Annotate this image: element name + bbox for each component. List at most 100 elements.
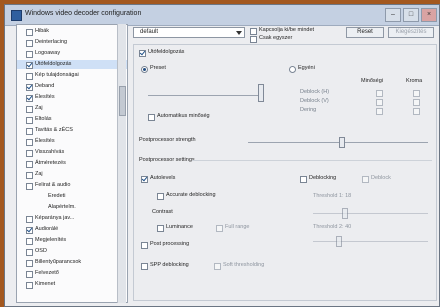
filter-item[interactable]: Utófeldolgozás bbox=[17, 60, 127, 69]
filter-item-checkbox[interactable] bbox=[26, 95, 33, 102]
chroma-deblock-v-checkbox[interactable] bbox=[413, 99, 420, 106]
filter-item-checkbox[interactable] bbox=[26, 271, 33, 278]
preset-slider-handle[interactable] bbox=[258, 84, 264, 102]
spp-deblocking-label: SPP deblocking bbox=[150, 262, 189, 268]
window-title: Windows video decoder configuration bbox=[25, 10, 142, 17]
only-if-label: Csak egyszer bbox=[259, 35, 293, 41]
filter-item[interactable]: Képaránya jav... bbox=[17, 214, 127, 223]
filter-item[interactable]: Megjelenítés bbox=[17, 236, 127, 245]
strength-slider-track[interactable] bbox=[248, 142, 428, 143]
threshold-1-slider-track[interactable] bbox=[313, 213, 428, 214]
full-range-checkbox[interactable] bbox=[216, 225, 223, 232]
preset-select[interactable]: default bbox=[133, 27, 245, 38]
only-if-checkbox[interactable] bbox=[250, 36, 257, 43]
filter-item[interactable]: Visszahívás bbox=[17, 148, 127, 157]
deblock-sub-label: Deblock bbox=[371, 175, 391, 181]
filter-item-checkbox[interactable] bbox=[26, 260, 33, 267]
filter-item[interactable]: OSD bbox=[17, 247, 127, 256]
filter-item[interactable]: Zaj bbox=[17, 170, 127, 179]
row-deblock-h: Deblock (H) bbox=[300, 89, 330, 95]
luma-deblock-h-checkbox[interactable] bbox=[376, 90, 383, 97]
column-luma: Minőségi bbox=[361, 78, 384, 84]
filter-item-checkbox[interactable] bbox=[26, 117, 33, 124]
deblock-sub-checkbox[interactable] bbox=[362, 176, 369, 183]
filter-item-label: Zaj bbox=[35, 171, 43, 177]
filter-item-checkbox[interactable] bbox=[26, 73, 33, 80]
filter-item[interactable]: Zaj bbox=[17, 104, 127, 113]
filter-item[interactable]: Átméretezés bbox=[17, 159, 127, 168]
filter-item-checkbox[interactable] bbox=[26, 150, 33, 157]
luma-dering-checkbox[interactable] bbox=[376, 108, 383, 115]
filter-item-label: Deband bbox=[35, 83, 55, 89]
filter-item-checkbox[interactable] bbox=[26, 106, 33, 113]
chroma-deblock-h-checkbox[interactable] bbox=[413, 90, 420, 97]
postprocessing-enable-label: Utófeldolgozás bbox=[148, 49, 185, 55]
filter-item[interactable]: Hibák bbox=[17, 27, 127, 36]
post-processing-label: Post processing bbox=[150, 241, 190, 247]
chroma-dering-checkbox[interactable] bbox=[413, 108, 420, 115]
filter-item-checkbox[interactable] bbox=[26, 128, 33, 135]
threshold-2-slider-handle[interactable] bbox=[336, 236, 342, 247]
extra-button[interactable]: Kiegészítés bbox=[388, 27, 434, 38]
minimize-button[interactable]: – bbox=[385, 8, 401, 22]
filter-list-scrollbar[interactable] bbox=[117, 24, 126, 303]
preset-slider-track[interactable] bbox=[148, 95, 261, 96]
accurate-deblocking-checkbox[interactable] bbox=[157, 193, 164, 200]
app-icon bbox=[11, 10, 22, 21]
luminance-checkbox[interactable] bbox=[157, 225, 164, 232]
filter-item[interactable]: Felvezető bbox=[17, 269, 127, 278]
filter-item[interactable]: Eredeti bbox=[17, 192, 127, 201]
filter-item[interactable]: Élesítés bbox=[17, 137, 127, 146]
filter-item-checkbox[interactable] bbox=[26, 139, 33, 146]
filter-item-checkbox[interactable] bbox=[26, 238, 33, 245]
filter-item-checkbox[interactable] bbox=[26, 29, 33, 36]
filter-item[interactable]: Kép tulajdonságai bbox=[17, 71, 127, 80]
enable-filter-checkbox[interactable] bbox=[250, 28, 257, 35]
filter-item-checkbox[interactable] bbox=[26, 216, 33, 223]
post-processing-checkbox[interactable] bbox=[141, 242, 148, 249]
strength-slider-handle[interactable] bbox=[339, 137, 345, 148]
maximize-button[interactable]: □ bbox=[403, 8, 419, 22]
filter-item[interactable]: Billentyűparancsok bbox=[17, 258, 127, 267]
threshold-1-slider-handle[interactable] bbox=[342, 208, 348, 219]
filter-item[interactable]: Élesítés bbox=[17, 93, 127, 102]
autolevels-label: Autolevels bbox=[150, 175, 176, 181]
filter-item[interactable]: Audiorálé bbox=[17, 225, 127, 234]
scrollbar-thumb[interactable] bbox=[119, 86, 126, 116]
filter-item[interactable]: Logoaway bbox=[17, 49, 127, 58]
row-dering: Dering bbox=[300, 107, 317, 113]
filter-item[interactable]: Deinterlacing bbox=[17, 38, 127, 47]
soft-threshold-checkbox[interactable] bbox=[214, 263, 221, 270]
auto-quality-checkbox[interactable] bbox=[148, 114, 155, 121]
filter-item-checkbox[interactable] bbox=[26, 183, 33, 190]
spp-deblocking-checkbox[interactable] bbox=[141, 263, 148, 270]
filter-item-checkbox[interactable] bbox=[26, 51, 33, 58]
reset-button[interactable]: Reset bbox=[346, 27, 384, 38]
filter-item[interactable]: Tavitás & zÉCS bbox=[17, 126, 127, 135]
filter-item-label: Logoaway bbox=[35, 50, 61, 56]
autolevels-checkbox[interactable] bbox=[141, 176, 148, 183]
filter-item-checkbox[interactable] bbox=[26, 227, 33, 234]
filter-item-checkbox[interactable] bbox=[26, 282, 33, 289]
filter-item-checkbox[interactable] bbox=[26, 62, 33, 69]
filter-item[interactable]: Eltolás bbox=[17, 115, 127, 124]
filter-item-checkbox[interactable] bbox=[26, 249, 33, 256]
custom-radio[interactable] bbox=[289, 66, 296, 73]
filter-item-checkbox[interactable] bbox=[26, 40, 33, 47]
filter-item-checkbox[interactable] bbox=[26, 84, 33, 91]
threshold-2-slider-track[interactable] bbox=[313, 241, 428, 242]
filter-item-checkbox[interactable] bbox=[26, 161, 33, 168]
settings-divider bbox=[192, 160, 432, 161]
filter-item[interactable]: Deband bbox=[17, 82, 127, 91]
custom-radio-label: Egyéni bbox=[298, 65, 315, 71]
preset-radio[interactable] bbox=[141, 66, 148, 73]
close-button[interactable]: × bbox=[421, 8, 437, 22]
deblocking-checkbox[interactable] bbox=[300, 176, 307, 183]
filter-item[interactable]: Felirat & audio bbox=[17, 181, 127, 190]
filter-item-label: Átméretezés bbox=[35, 160, 66, 166]
postprocessing-enable-checkbox[interactable] bbox=[139, 50, 146, 57]
filter-item[interactable]: Kimenet bbox=[17, 280, 127, 289]
filter-item[interactable]: Alapértelm. bbox=[17, 203, 127, 212]
filter-item-checkbox[interactable] bbox=[26, 172, 33, 179]
luma-deblock-v-checkbox[interactable] bbox=[376, 99, 383, 106]
